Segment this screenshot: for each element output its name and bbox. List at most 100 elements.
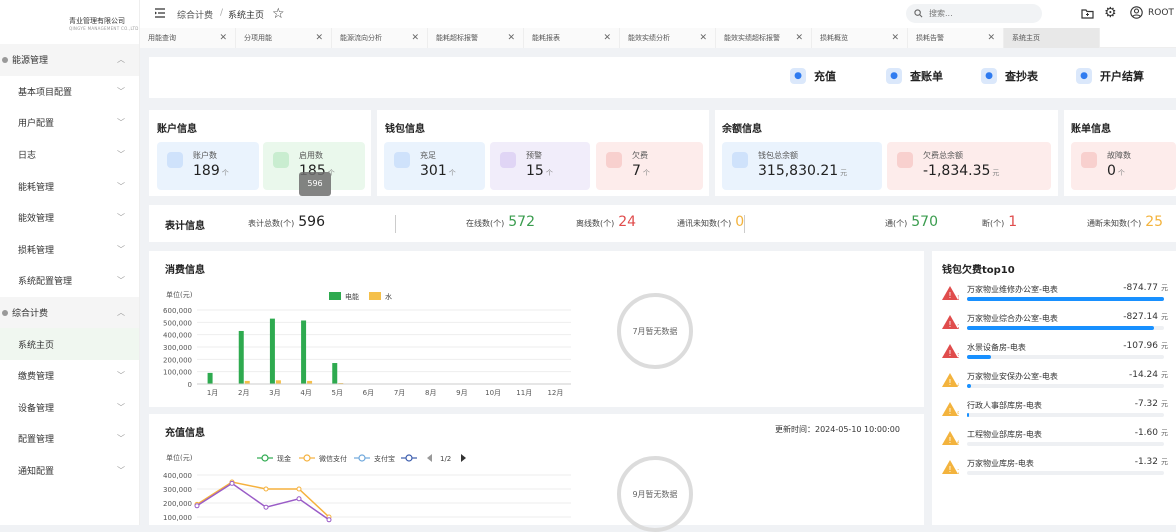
- fault-icon: [1081, 152, 1097, 168]
- stat-value: 315,830.21 元: [758, 163, 848, 179]
- gear-icon[interactable]: ⚙: [1104, 5, 1117, 21]
- top10-item[interactable]: ! 2 万家物业综合办公室-电表 -827.14 元: [941, 310, 1176, 338]
- wallet-warning-stat[interactable]: 预警 15 个: [490, 142, 590, 190]
- tab[interactable]: 能源流向分析 ✕: [332, 28, 428, 48]
- company-sub: QINGYE MANAGEMENT CO.,LTD: [69, 26, 139, 31]
- action-recharge-button[interactable]: ● 充值: [790, 68, 836, 84]
- rank-warning-icon: ! 1: [941, 285, 961, 302]
- recharge-line-chart: 单位(元) 400,000 300,000 200,000 100,000 现金 微信支付 支…: [163, 453, 571, 523]
- top10-item[interactable]: ! 1 万家物业维修办公室-电表 -874.77 元: [941, 281, 1176, 309]
- sidebar-item-label: 缴费管理: [18, 372, 55, 383]
- tab[interactable]: 能耗超标报警 ✕: [428, 28, 524, 48]
- donut-empty-text: 7月暂无数据: [632, 326, 678, 336]
- tab[interactable]: 损耗概览 ✕: [812, 28, 908, 48]
- close-icon[interactable]: ✕: [699, 33, 707, 43]
- close-icon[interactable]: ✕: [507, 33, 515, 43]
- top10-bar: [967, 413, 1164, 417]
- menu-fold-icon[interactable]: [154, 7, 166, 19]
- tab[interactable]: 系统主页: [1004, 28, 1100, 48]
- stat-label: 故障数: [1107, 151, 1131, 160]
- star-icon[interactable]: ☆: [272, 6, 285, 22]
- sidebar-item[interactable]: 日志 ﹀: [0, 139, 139, 171]
- search-box[interactable]: 搜索...: [906, 4, 1042, 23]
- search-input[interactable]: 搜索...: [929, 8, 953, 19]
- wallet-sufficient-stat[interactable]: 充足 301 个: [384, 142, 485, 190]
- breadcrumb-parent[interactable]: 综合计费: [177, 8, 213, 21]
- legend-label: 微信支付: [319, 454, 347, 463]
- sidebar-item-label: 配置管理: [18, 435, 55, 446]
- close-icon[interactable]: ✕: [411, 33, 419, 43]
- account-count-stat[interactable]: 账户数 189 个: [157, 142, 259, 190]
- meter-stat: 通断未知数(个) 25: [1087, 214, 1163, 230]
- bar-电能: [301, 320, 307, 384]
- user-name[interactable]: ROOT: [1148, 8, 1174, 18]
- tab[interactable]: 损耗告警 ✕: [908, 28, 1004, 48]
- sidebar-item[interactable]: 通知配置 ﹀: [0, 455, 139, 487]
- series-point: [229, 480, 235, 486]
- meter-value: 572: [508, 214, 535, 230]
- top10-item[interactable]: ! 7 万家物业库房-电表 -1.32 元: [941, 455, 1176, 483]
- close-icon[interactable]: ✕: [987, 33, 995, 43]
- meter-stat: 断(个) 1: [982, 214, 1017, 230]
- sidebar-item[interactable]: 系统主页: [0, 328, 139, 360]
- top10-value: -874.77 元: [1123, 283, 1168, 293]
- user-avatar-icon[interactable]: [1130, 6, 1143, 19]
- action-bill-button[interactable]: ● 查账单: [886, 68, 943, 84]
- sidebar-item[interactable]: 配置管理 ﹀: [0, 423, 139, 455]
- top10-bar-fill: [967, 297, 1164, 301]
- sidebar-item[interactable]: 能源管理 ︿: [0, 44, 139, 76]
- sidebar-item[interactable]: 损耗管理 ﹀: [0, 234, 139, 266]
- tab[interactable]: 能效实绩超标报警 ✕: [716, 28, 812, 48]
- sidebar-item[interactable]: 能耗管理 ﹀: [0, 170, 139, 202]
- bill-info-card: 账单信息 故障数 0个: [1064, 110, 1176, 196]
- top10-name: 万家物业安保办公室-电表: [967, 372, 1058, 381]
- top10-name: 万家物业综合办公室-电表: [967, 314, 1058, 323]
- sidebar-item[interactable]: 缴费管理 ﹀: [0, 360, 139, 392]
- fault-count-stat[interactable]: 故障数 0个: [1071, 142, 1176, 190]
- close-icon[interactable]: ✕: [219, 33, 227, 43]
- wallet-total-balance-stat[interactable]: 钱包总余额 315,830.21 元: [722, 142, 882, 190]
- top10-item[interactable]: ! 4 万家物业安保办公室-电表 -14.24 元: [941, 368, 1176, 396]
- tab[interactable]: 分项用能 ✕: [236, 28, 332, 48]
- action-account-open-button[interactable]: ● 开户结算: [1076, 68, 1144, 84]
- sidebar-item-label: 综合计费: [12, 309, 49, 320]
- tab[interactable]: 能耗报表 ✕: [524, 28, 620, 48]
- balance-info-card: 余额信息 钱包总余额 315,830.21 元 欠费总余额 -1,834.35 元: [715, 110, 1058, 196]
- sidebar-item[interactable]: 能效管理 ﹀: [0, 202, 139, 234]
- sidebar-item[interactable]: 综合计费 ︿: [0, 296, 139, 329]
- tab[interactable]: 用能查询 ✕: [140, 28, 236, 48]
- arrears-total-balance-stat[interactable]: 欠费总余额 -1,834.35 元: [887, 142, 1051, 190]
- close-icon[interactable]: ✕: [603, 33, 611, 43]
- breadcrumb-current: 系统主页: [228, 11, 265, 21]
- consumption-donut: 7月暂无数据: [617, 293, 693, 369]
- sidebar-item[interactable]: 用户配置 ﹀: [0, 107, 139, 139]
- top10-item[interactable]: ! 5 行政人事部库房-电表 -7.32 元: [941, 397, 1176, 425]
- tab-label: 系统主页: [1012, 34, 1040, 42]
- sidebar-item[interactable]: 系统配置管理 ﹀: [0, 265, 139, 297]
- sidebar-item[interactable]: 基本项目配置 ﹀: [0, 76, 139, 108]
- close-icon[interactable]: ✕: [891, 33, 899, 43]
- consumption-bar-chart: 单位(元) 600,000 500,000 400,000 300,000 200,000…: [163, 290, 571, 397]
- sidebar-item[interactable]: 设备管理 ﹀: [0, 392, 139, 424]
- close-icon[interactable]: ✕: [315, 33, 323, 43]
- top10-item[interactable]: ! 6 工程物业部库房-电表 -1.60 元: [941, 426, 1176, 454]
- action-meter-read-button[interactable]: ● 查抄表: [981, 68, 1038, 84]
- x-tick-label: 11月: [516, 389, 532, 397]
- sidebar-item-label: 设备管理: [18, 403, 55, 414]
- wallet-arrears-stat[interactable]: 欠费 7个: [596, 142, 703, 190]
- tab[interactable]: 能效实绩分析 ✕: [620, 28, 716, 48]
- stat-value: 7个: [632, 163, 650, 179]
- top10-item[interactable]: ! 3 水景设备房-电表 -107.96 元: [941, 339, 1176, 367]
- rank-warning-icon: ! 6: [941, 430, 961, 447]
- series-point: [194, 503, 200, 509]
- tab-label: 分项用能: [244, 34, 272, 42]
- chevron-down-icon: ﹀: [117, 118, 125, 128]
- y-tick-label: 600,000: [163, 307, 192, 315]
- close-icon[interactable]: ✕: [795, 33, 803, 43]
- folder-icon[interactable]: [1081, 7, 1094, 20]
- top10-bar-fill: [967, 355, 991, 359]
- top10-bar: [967, 442, 1164, 446]
- bill-info-title: 账单信息: [1071, 124, 1111, 135]
- top10-value: -1.32 元: [1134, 457, 1168, 467]
- top10-value: -14.24 元: [1128, 370, 1168, 380]
